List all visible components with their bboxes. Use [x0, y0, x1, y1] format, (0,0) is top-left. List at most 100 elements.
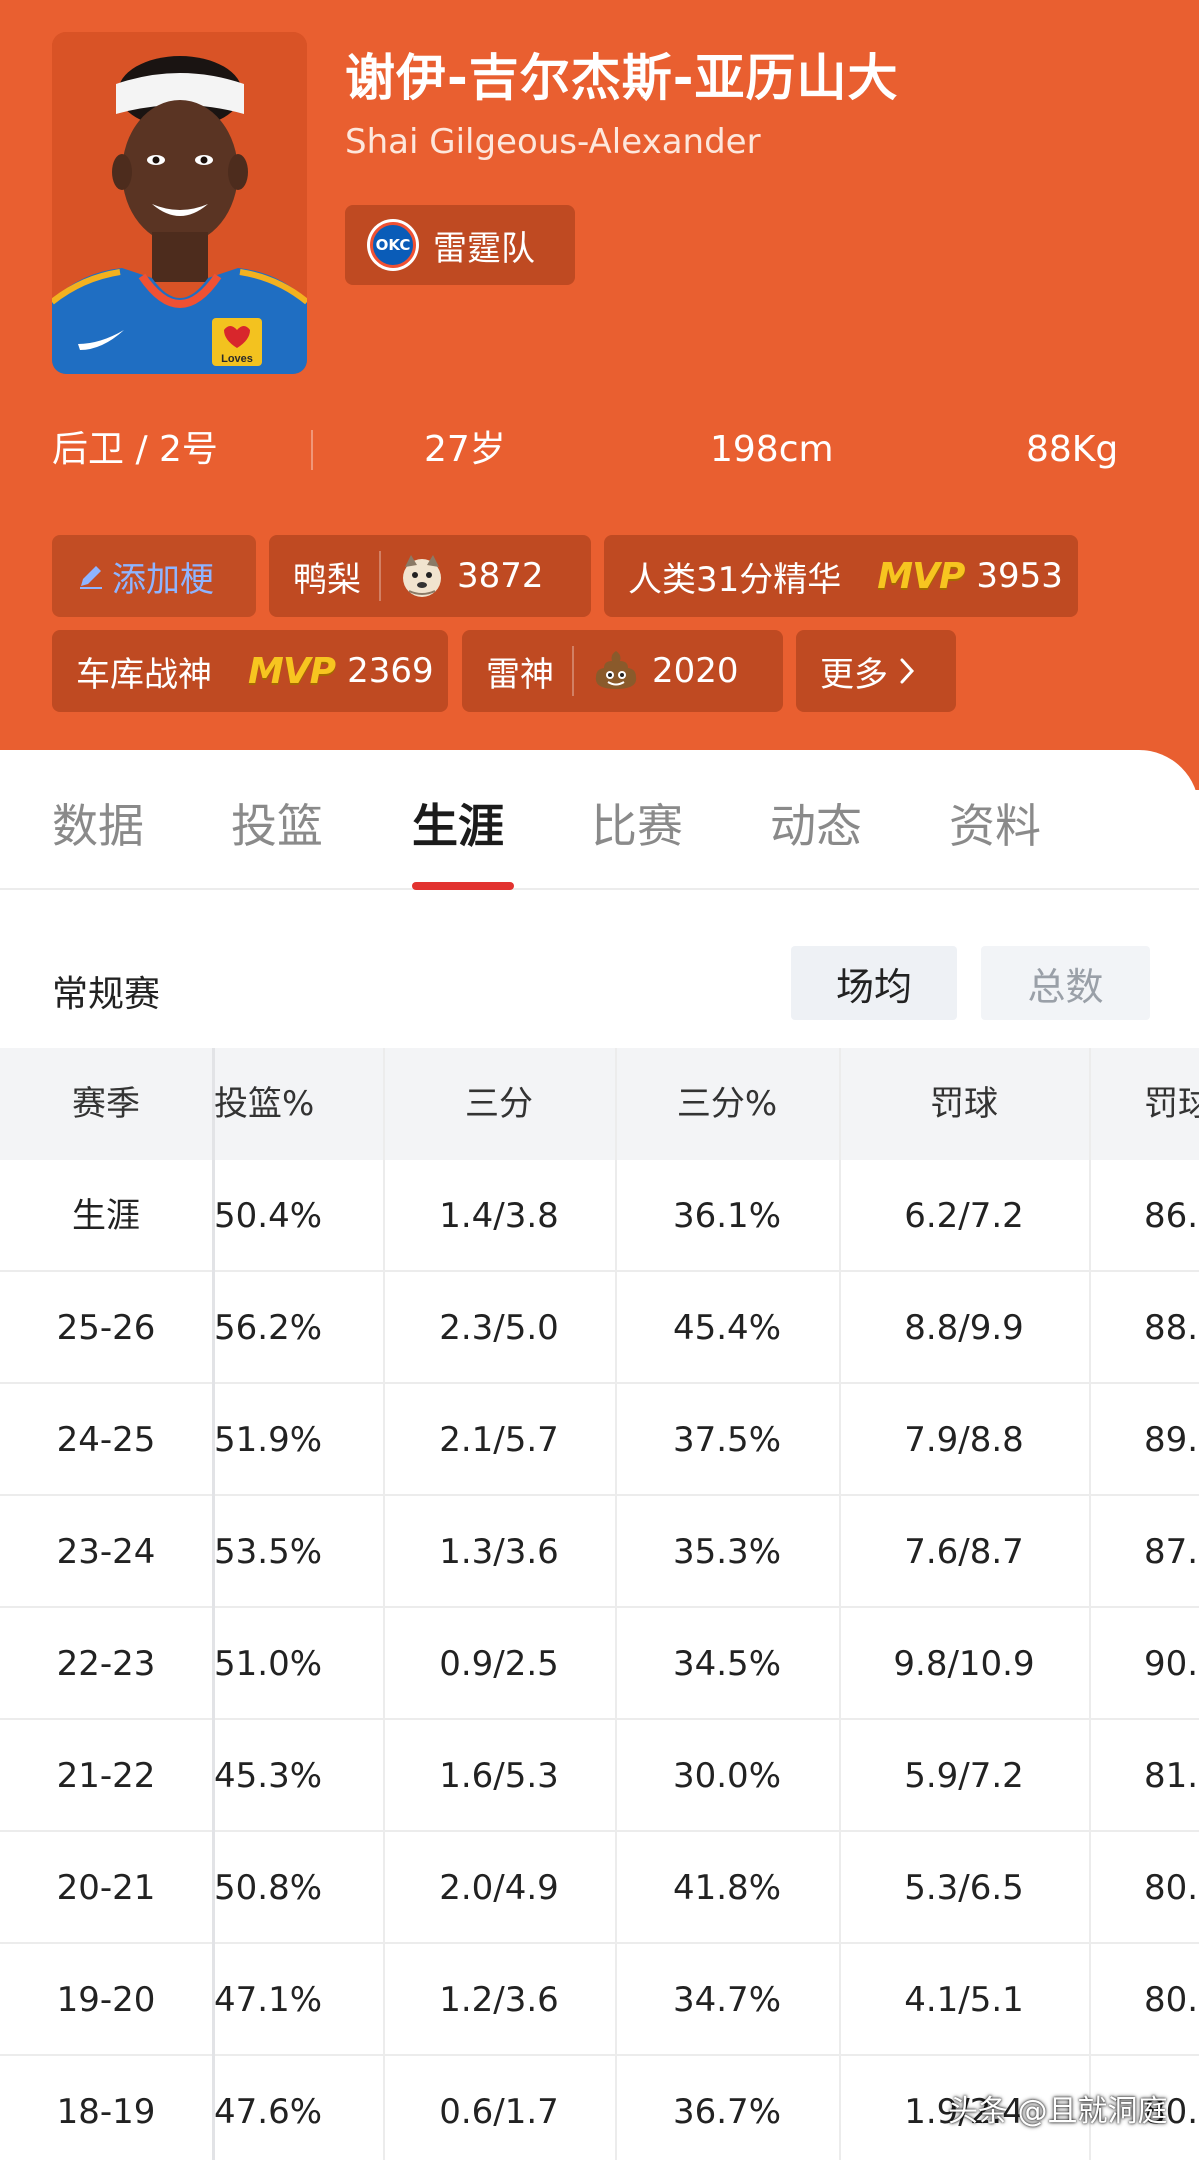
cell-fg-pct: 47.6% [214, 2092, 323, 2132]
column-divider [212, 1048, 215, 2160]
cell-ft: 5.9/7.2 [904, 1756, 1024, 1796]
player-weight: 88Kg [1026, 429, 1119, 470]
cell-3pt: 1.3/3.6 [439, 1532, 559, 1572]
cell-3pt-pct: 36.1% [672, 1196, 781, 1236]
cell-season: 21-22 [56, 1756, 156, 1796]
cell-3pt-pct: 35.3% [672, 1532, 781, 1572]
player-header: Loves 谢伊-吉尔杰斯-亚历山大 Shai Gilgeous-Alexand… [0, 0, 1199, 790]
cell-season: 24-25 [56, 1420, 156, 1460]
cell-3pt: 2.3/5.0 [439, 1308, 559, 1348]
cell-season: 22-23 [56, 1644, 156, 1684]
cell-ft-pct: 80. [1144, 1868, 1199, 1908]
table-row[interactable]: 22-23 51.0% 0.9/2.5 34.5% 9.8/10.9 90. [0, 1608, 1199, 1720]
cell-3pt: 1.6/5.3 [439, 1756, 559, 1796]
table-row[interactable]: 20-21 50.8% 2.0/4.9 41.8% 5.3/6.5 80. [0, 1832, 1199, 1944]
cell-ft-pct: 89. [1144, 1420, 1199, 1460]
column-divider [615, 1048, 617, 2160]
meme-tag-count: 2020 [652, 651, 739, 691]
meme-tag-thor[interactable]: 雷神 2020 [462, 630, 783, 712]
header-3pt: 三分 [465, 1084, 533, 1124]
add-meme-button[interactable]: 添加梗 [52, 535, 256, 617]
header-fg-pct: 投篮% [214, 1084, 315, 1124]
column-divider [383, 1048, 385, 2160]
table-row[interactable]: 23-24 53.5% 1.3/3.6 35.3% 7.6/8.7 87. [0, 1496, 1199, 1608]
cell-season: 25-26 [56, 1308, 156, 1348]
cell-season: 19-20 [56, 1980, 156, 2020]
meme-tag-garage[interactable]: 车库战神 MVP 2369 [52, 630, 448, 712]
cell-fg-pct: 51.9% [214, 1420, 323, 1460]
cell-ft: 6.2/7.2 [904, 1196, 1024, 1236]
position-number: 后卫 / 2号 [52, 429, 218, 470]
tag-divider [572, 646, 574, 696]
player-height: 198cm [710, 429, 834, 470]
player-name-cn: 谢伊-吉尔杰斯-亚历山大 [345, 49, 899, 107]
meme-tag-label: 鸭梨 [293, 559, 361, 600]
cell-3pt: 0.9/2.5 [439, 1644, 559, 1684]
cell-3pt: 0.6/1.7 [439, 2092, 559, 2132]
more-tags-button[interactable]: 更多 [796, 630, 956, 712]
column-divider [839, 1048, 841, 2160]
watermark: 头条 @且就洞庭 [948, 2094, 1168, 2129]
player-info-row: 后卫 / 2号 27岁 198cm 88Kg [0, 420, 1199, 480]
tag-divider [379, 551, 381, 601]
add-meme-label: 添加梗 [112, 559, 214, 600]
table-row[interactable]: 25-26 56.2% 2.3/5.0 45.4% 8.8/9.9 88. [0, 1272, 1199, 1384]
meme-tag-count: 3953 [976, 556, 1063, 596]
cell-ft-pct: 81. [1144, 1756, 1199, 1796]
header-ft: 罚球 [930, 1084, 998, 1124]
cell-ft: 7.9/8.8 [904, 1420, 1024, 1460]
player-avatar[interactable]: Loves [52, 32, 307, 374]
mvp-badge-icon: MVP [877, 555, 965, 597]
cell-season: 20-21 [56, 1868, 156, 1908]
table-row[interactable]: 19-20 47.1% 1.2/3.6 34.7% 4.1/5.1 80. [0, 1944, 1199, 2056]
meme-tag-label: 人类31分精华 [628, 559, 842, 600]
okc-team-logo-icon: OKC [367, 219, 419, 271]
cell-season: 18-19 [56, 2092, 156, 2132]
player-age: 27岁 [424, 429, 506, 470]
team-chip[interactable]: OKC 雷霆队 [345, 205, 575, 285]
cell-3pt-pct: 37.5% [672, 1420, 781, 1460]
cell-ft: 9.8/10.9 [893, 1644, 1035, 1684]
info-divider [311, 430, 313, 470]
cell-ft: 4.1/5.1 [904, 1980, 1024, 2020]
cell-season: 23-24 [56, 1532, 156, 1572]
meme-tag-count: 3872 [457, 556, 544, 596]
cell-ft-pct: 88. [1144, 1308, 1199, 1348]
meme-tag-human31[interactable]: 人类31分精华 MVP 3953 [604, 535, 1078, 617]
cell-fg-pct: 45.3% [214, 1756, 323, 1796]
table-row[interactable]: 21-22 45.3% 1.6/5.3 30.0% 5.9/7.2 81. [0, 1720, 1199, 1832]
more-tags-label: 更多 [820, 654, 888, 695]
cell-fg-pct: 51.0% [214, 1644, 323, 1684]
cell-fg-pct: 56.2% [214, 1308, 323, 1348]
cell-3pt: 2.1/5.7 [439, 1420, 559, 1460]
pencil-icon [80, 566, 102, 589]
player-photo-icon: Loves [52, 32, 307, 374]
cell-3pt-pct: 36.7% [672, 2092, 781, 2132]
table-row[interactable]: 生涯 50.4% 1.4/3.8 36.1% 6.2/7.2 86. [0, 1160, 1199, 1272]
mvp-badge-icon: MVP [248, 650, 336, 692]
meme-tag-label: 雷神 [486, 654, 554, 695]
cell-ft-pct: 86. [1144, 1196, 1199, 1236]
cell-fg-pct: 50.4% [214, 1196, 323, 1236]
cell-ft-pct: 87. [1144, 1532, 1199, 1572]
meme-tag-yali[interactable]: 鸭梨 3872 [269, 535, 591, 617]
table-row[interactable]: 24-25 51.9% 2.1/5.7 37.5% 7.9/8.8 89. [0, 1384, 1199, 1496]
cell-3pt: 2.0/4.9 [439, 1868, 559, 1908]
cell-3pt-pct: 34.7% [672, 1980, 781, 2020]
cell-3pt: 1.4/3.8 [439, 1196, 559, 1236]
header-season: 赛季 [72, 1084, 140, 1124]
meme-tag-count: 2369 [347, 651, 434, 691]
cell-ft: 5.3/6.5 [904, 1868, 1024, 1908]
cell-season: 生涯 [72, 1196, 140, 1236]
cell-fg-pct: 53.5% [214, 1532, 323, 1572]
doge-face-icon [403, 555, 441, 597]
meme-tag-label: 车库战神 [76, 654, 212, 695]
svg-text:Loves: Loves [221, 353, 253, 365]
cell-3pt-pct: 30.0% [672, 1756, 781, 1796]
stats-table-wrapper: 赛季 投篮% 三分 三分% 罚球 罚球 生涯 50.4% 1.4/3.8 36.1% 6… [0, 750, 1199, 2160]
team-name: 雷霆队 [433, 228, 535, 269]
cell-fg-pct: 50.8% [214, 1868, 323, 1908]
chevron-right-icon [900, 658, 915, 684]
cell-3pt-pct: 45.4% [672, 1308, 781, 1348]
player-name-en: Shai Gilgeous-Alexander [345, 122, 761, 162]
